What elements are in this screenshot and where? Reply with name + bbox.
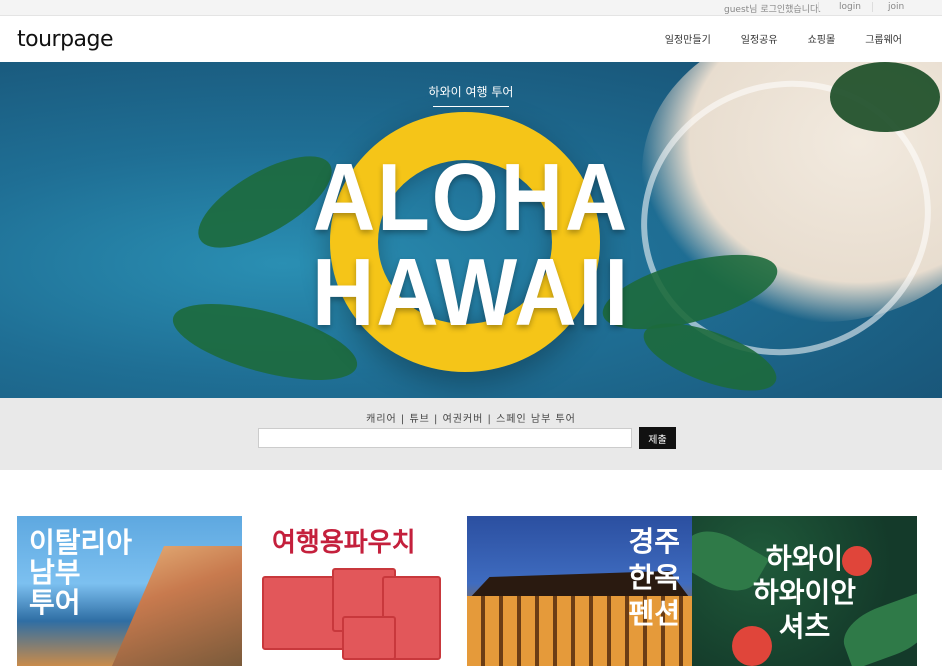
search-input[interactable] xyxy=(258,428,632,448)
hero-title-line1: ALOHA xyxy=(312,144,630,251)
divider xyxy=(818,2,819,12)
nav-item-groupware[interactable]: 그룹웨어 xyxy=(865,31,902,46)
card-travel-pouch[interactable]: 여행용파우치 xyxy=(242,516,467,666)
card-gyeongju-hanok[interactable]: 경주 한옥 펜션 xyxy=(467,516,692,666)
submit-button[interactable]: 제출 xyxy=(639,427,676,449)
search-section: 캐리어 | 튜브 | 여권커버 | 스페인 남부 투어 제출 xyxy=(0,398,942,470)
card-title-line: 셔츠 xyxy=(778,610,831,643)
nav-item-make-schedule[interactable]: 일정만들기 xyxy=(665,31,711,46)
card-title-line: 남부 xyxy=(29,556,81,589)
tourpage-logo[interactable]: tourpage xyxy=(17,27,114,52)
join-link[interactable]: join xyxy=(888,2,904,12)
card-title-line: 투어 xyxy=(29,586,81,619)
card-title-line: 펜션 xyxy=(628,597,680,630)
hero-banner[interactable]: 하와이 여행 투어 ALOHA HAWAII xyxy=(0,62,942,398)
nav-item-share-schedule[interactable]: 일정공유 xyxy=(741,31,778,46)
card-italy-tour[interactable]: 이탈리아 남부 투어 xyxy=(17,516,242,666)
site-header: tourpage 일정만들기 일정공유 쇼핑몰 그룹웨어 xyxy=(0,16,942,63)
main-nav: 일정만들기 일정공유 쇼핑몰 그룹웨어 xyxy=(665,31,902,46)
login-link[interactable]: login xyxy=(839,2,861,12)
hero-subtitle: 하와이 여행 투어 xyxy=(428,85,514,99)
product-cards: 이탈리아 남부 투어 여행용파우치 경주 한옥 펜션 하와이 하와이안 셔츠 xyxy=(17,516,917,666)
hero-title-line2: HAWAII xyxy=(311,239,631,346)
card-title: 여행용파우치 xyxy=(272,528,416,558)
card-title-line: 하와이안 xyxy=(752,576,857,609)
card-title-line: 하와이 xyxy=(765,542,844,575)
hero-underline xyxy=(433,106,509,107)
popular-keywords[interactable]: 캐리어 | 튜브 | 여권커버 | 스페인 남부 투어 xyxy=(0,410,942,425)
card-title-line: 한옥 xyxy=(628,561,680,594)
nav-item-shopping-mall[interactable]: 쇼핑몰 xyxy=(808,31,836,46)
top-utility-bar: guest님 로그인했습니다. login join xyxy=(0,0,942,16)
login-status-text: guest님 로그인했습니다. xyxy=(724,5,822,15)
card-title-line: 이탈리아 xyxy=(29,526,133,559)
card-title-line: 경주 xyxy=(628,525,680,558)
pouch-image xyxy=(342,616,396,660)
card-title: 하와이 하와이안 셔츠 xyxy=(692,542,917,644)
divider xyxy=(872,2,873,12)
card-title: 이탈리아 남부 투어 xyxy=(29,528,132,618)
card-hawaiian-shirt[interactable]: 하와이 하와이안 셔츠 xyxy=(692,516,917,666)
card-title: 경주 한옥 펜션 xyxy=(628,524,680,632)
